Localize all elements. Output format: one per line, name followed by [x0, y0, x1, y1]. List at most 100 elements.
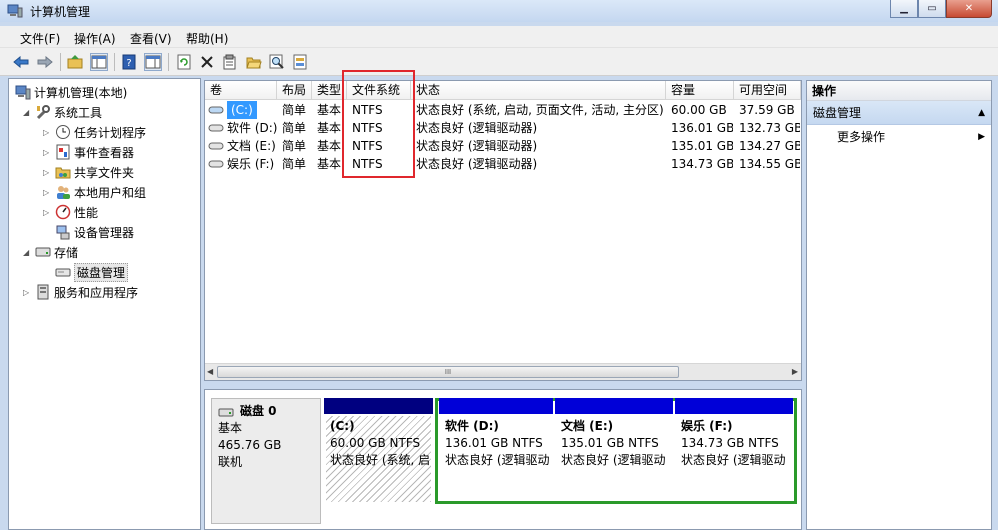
- menu-help[interactable]: 帮助(H): [186, 30, 228, 47]
- disk-icon: [55, 264, 71, 280]
- column-header-layout[interactable]: 布局: [277, 81, 312, 100]
- tree-node[interactable]: 计算机管理(本地): [15, 83, 127, 101]
- tree-node-label: 本地用户和组: [74, 185, 147, 200]
- minimize-icon: ▁: [900, 3, 908, 14]
- cell-layout: 简单: [282, 103, 307, 117]
- table-row[interactable]: 文档 (E:) 简单 基本 NTFS 状态良好 (逻辑驱动器) 135.01 GB 134.…: [205, 137, 801, 155]
- disk-0-label[interactable]: 磁盘 0 基本 465.76 GB 联机: [211, 398, 321, 524]
- cell-layout: 简单: [282, 139, 307, 153]
- open-folder-button[interactable]: [245, 53, 263, 71]
- volume-icon: [208, 141, 224, 151]
- partition-c-body: (C:) 60.00 GB NTFS 状态良好 (系统, 启: [326, 416, 431, 502]
- maximize-button[interactable]: ▭: [918, 0, 946, 18]
- tree-node-label: 事件查看器: [74, 145, 135, 160]
- export-icon: [293, 54, 307, 70]
- column-header-free-space[interactable]: 可用空间: [734, 81, 801, 100]
- find-button[interactable]: [268, 53, 286, 71]
- close-button[interactable]: ✕: [946, 0, 992, 18]
- tree-node[interactable]: ▷ 服务和应用程序: [23, 283, 138, 301]
- cell-layout: 简单: [282, 121, 307, 135]
- collapse-up-icon[interactable]: ▲: [978, 101, 985, 125]
- cell-volume: (C:): [208, 101, 277, 119]
- menu-bar: 文件(F) 操作(A) 查看(V) 帮助(H): [0, 26, 998, 48]
- column-header-volume[interactable]: 卷: [205, 81, 277, 100]
- minimize-button[interactable]: ▁: [890, 0, 918, 18]
- tree-node-label: 性能: [74, 205, 99, 220]
- tree-node[interactable]: ▷ 共享文件夹: [43, 163, 134, 181]
- partition-status: 状态良好 (逻辑驱动: [681, 453, 786, 467]
- volume-name: 娱乐 (F:): [227, 157, 275, 171]
- menu-file[interactable]: 文件(F): [20, 30, 60, 47]
- horizontal-scrollbar[interactable]: ◀ III ▶: [205, 363, 801, 380]
- partition-d-bar: [439, 398, 553, 414]
- actions-section-disk-management[interactable]: 磁盘管理 ▲: [807, 101, 991, 125]
- expanded-arrow-icon[interactable]: ◢: [23, 248, 31, 257]
- refresh-icon: [177, 54, 191, 70]
- up-level-button[interactable]: [66, 53, 84, 71]
- export-list-button[interactable]: [291, 53, 309, 71]
- tools-icon: [35, 104, 51, 120]
- column-header-capacity[interactable]: 容量: [666, 81, 734, 100]
- partition-size: 136.01 GB NTFS: [445, 436, 543, 450]
- collapsed-arrow-icon[interactable]: ▷: [43, 188, 51, 197]
- partition-name: (C:): [330, 419, 355, 433]
- volume-name: 软件 (D:): [227, 121, 277, 135]
- close-icon: ✕: [964, 3, 974, 14]
- tree-node[interactable]: ▷ 性能: [43, 203, 99, 221]
- menu-view[interactable]: 查看(V): [130, 30, 172, 47]
- back-button[interactable]: [12, 53, 30, 71]
- partition-c[interactable]: (C:) 60.00 GB NTFS 状态良好 (系统, 启: [324, 398, 433, 502]
- partition-e[interactable]: 文档 (E:) 135.01 GB NTFS 状态良好 (逻辑驱动: [555, 398, 673, 502]
- tree-node[interactable]: 磁盘管理: [55, 262, 129, 282]
- scroll-thumb[interactable]: III: [217, 366, 679, 378]
- tree-node[interactable]: 设备管理器: [55, 223, 134, 241]
- more-actions-item[interactable]: 更多操作 ▶: [807, 125, 991, 149]
- partition-size: 135.01 GB NTFS: [561, 436, 659, 450]
- forward-button[interactable]: [36, 53, 54, 71]
- volume-icon: [208, 123, 224, 133]
- partition-f-bar: [675, 398, 793, 414]
- show-hide-tree-button[interactable]: [90, 53, 108, 71]
- partition-d[interactable]: 软件 (D:) 136.01 GB NTFS 状态良好 (逻辑驱动: [439, 398, 553, 502]
- cell-free-space: 134.55 GB: [739, 157, 800, 171]
- tree-node[interactable]: ▷ 本地用户和组: [43, 183, 147, 201]
- disk-status: 联机: [218, 455, 243, 469]
- collapsed-arrow-icon[interactable]: ▷: [43, 128, 51, 137]
- tree-node[interactable]: ▷ 事件查看器: [43, 143, 135, 161]
- scroll-right-arrow-icon[interactable]: ▶: [792, 367, 798, 376]
- cell-layout: 简单: [282, 157, 307, 171]
- tree-node[interactable]: ▷ 任务计划程序: [43, 123, 146, 141]
- cell-capacity: 135.01 GB: [671, 139, 733, 153]
- cell-free-space: 132.73 GB: [739, 121, 800, 135]
- collapsed-arrow-icon[interactable]: ▷: [43, 148, 51, 157]
- tree-node[interactable]: ◢ 存储: [23, 243, 78, 261]
- disk-icon: [218, 408, 234, 416]
- column-header-status[interactable]: 状态: [411, 81, 666, 100]
- show-hide-action-pane-button[interactable]: [144, 53, 162, 71]
- partition-name: 软件 (D:): [445, 419, 499, 433]
- collapsed-arrow-icon[interactable]: ▷: [23, 288, 31, 297]
- refresh-button[interactable]: [175, 53, 193, 71]
- partition-f[interactable]: 娱乐 (F:) 134.73 GB NTFS 状态良好 (逻辑驱动: [675, 398, 793, 502]
- disk-graphical-view: 磁盘 0 基本 465.76 GB 联机 (C:) 60.00 GB NTFS …: [204, 389, 802, 530]
- disk-type: 基本: [218, 421, 243, 435]
- properties-button[interactable]: [221, 53, 239, 71]
- table-row[interactable]: 软件 (D:) 简单 基本 NTFS 状态良好 (逻辑驱动器) 136.01 GB 132.…: [205, 119, 801, 137]
- collapsed-arrow-icon[interactable]: ▷: [43, 208, 51, 217]
- collapsed-arrow-icon[interactable]: ▷: [43, 168, 51, 177]
- partition-status: 状态良好 (逻辑驱动: [445, 453, 550, 467]
- cell-capacity: 60.00 GB: [671, 103, 727, 117]
- menu-action[interactable]: 操作(A): [74, 30, 116, 47]
- show-hide-pane-icon: [145, 55, 161, 69]
- tree-node-label: 磁盘管理: [74, 262, 129, 282]
- expanded-arrow-icon[interactable]: ◢: [23, 108, 31, 117]
- table-row[interactable]: 娱乐 (F:) 简单 基本 NTFS 状态良好 (逻辑驱动器) 134.73 GB 134.…: [205, 155, 801, 173]
- cell-status: 状态良好 (逻辑驱动器): [416, 121, 538, 135]
- tree-node[interactable]: ◢ 系统工具: [23, 103, 102, 121]
- scroll-left-arrow-icon[interactable]: ◀: [207, 367, 213, 376]
- delete-button[interactable]: [198, 53, 216, 71]
- table-row[interactable]: (C:) 简单 基本 NTFS 状态良好 (系统, 启动, 页面文件, 活动, 主分区)…: [205, 101, 801, 119]
- console-tree-icon: [91, 55, 107, 69]
- partition-size: 134.73 GB NTFS: [681, 436, 779, 450]
- help-button[interactable]: ?: [120, 53, 138, 71]
